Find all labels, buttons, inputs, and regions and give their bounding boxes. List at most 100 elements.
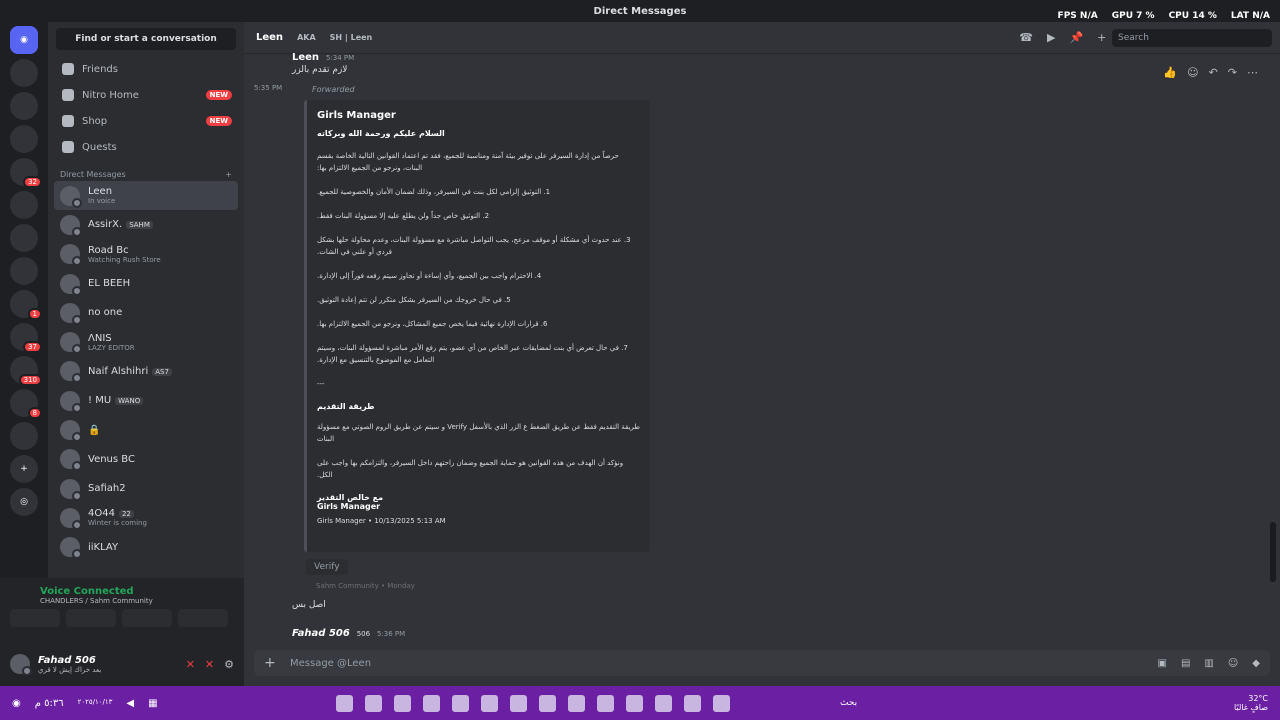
alias-label: SH | Leen: [329, 33, 373, 42]
app-icon[interactable]: [365, 694, 382, 712]
app-icon[interactable]: [423, 694, 440, 712]
message-input[interactable]: + Message @Leen ▣ ▤ ▥ ☺ ◆: [254, 650, 1270, 676]
dm-item[interactable]: no one: [48, 298, 244, 327]
server-icon[interactable]: 32: [10, 158, 42, 188]
voice-panel: Voice Connected CHANDLERS / Sahm Communi…: [0, 578, 244, 642]
pin-icon[interactable]: 📌: [1069, 31, 1083, 44]
server-icon[interactable]: [10, 191, 38, 219]
scrollbar[interactable]: [1270, 522, 1276, 582]
dm-item[interactable]: 🔒: [48, 415, 244, 444]
dm-item[interactable]: Road Bc Watching Rush Store: [48, 240, 244, 269]
app-icon[interactable]: [336, 694, 353, 712]
user-avatar[interactable]: [10, 654, 32, 676]
app-icon[interactable]: [394, 694, 411, 712]
nav-quests[interactable]: Quests: [48, 134, 244, 160]
folder-icon[interactable]: [655, 694, 672, 712]
add-server-icon[interactable]: +: [10, 455, 38, 483]
find-conversation-button[interactable]: Find or start a conversation: [56, 28, 236, 50]
app-icon[interactable]: [597, 694, 614, 712]
server-icon[interactable]: [10, 59, 42, 89]
explore-icon[interactable]: ◎: [10, 488, 38, 516]
dm-item[interactable]: ! MU WANO: [48, 386, 244, 415]
dm-item[interactable]: ΛNIS LAZY EDITOR: [48, 327, 244, 356]
mute-icon[interactable]: ✕: [186, 658, 195, 671]
server-icon[interactable]: [10, 125, 38, 153]
apps-icon[interactable]: ◆: [1252, 658, 1260, 669]
app-icon[interactable]: [713, 694, 730, 712]
call-icon[interactable]: ☎: [1019, 31, 1033, 44]
server-icon[interactable]: [10, 257, 38, 285]
add-friend-icon[interactable]: +: [1097, 31, 1106, 44]
nav-nitro-home[interactable]: Nitro Home NEW: [48, 82, 244, 108]
voice-status: Voice Connected: [40, 586, 134, 597]
quests-icon: [62, 141, 74, 153]
screen-share-button[interactable]: [66, 609, 116, 627]
edge-icon[interactable]: [684, 694, 701, 712]
app-icon[interactable]: [626, 694, 643, 712]
gif-icon[interactable]: ▤: [1181, 658, 1190, 669]
discord-app-icon[interactable]: [510, 694, 527, 712]
nav-friends[interactable]: Friends: [48, 56, 244, 82]
emoji-icon[interactable]: ☺: [1187, 66, 1198, 79]
taskbar-search[interactable]: بحث: [840, 698, 857, 708]
dm-item[interactable]: AssirX. SAHM: [48, 210, 244, 239]
network-icon[interactable]: ▦: [148, 698, 157, 709]
server-icon[interactable]: 1: [10, 290, 42, 320]
forwarded-embed: Girls Manager السلام عليكم ورحمة الله وب…: [304, 100, 650, 552]
gear-icon[interactable]: ⚙: [224, 658, 234, 671]
more-icon[interactable]: ⋯: [1247, 66, 1258, 79]
fps-stat: FPS N/A: [1057, 11, 1098, 21]
dm-item[interactable]: Safiah2: [48, 474, 244, 503]
reaction-icon[interactable]: 👍: [1163, 66, 1177, 79]
volume-icon[interactable]: ◀: [126, 698, 134, 709]
video-icon[interactable]: ▶: [1047, 31, 1055, 44]
embed-footer: Girls Manager • 10/13/2025 5:13 AM: [317, 517, 446, 525]
avatar: [60, 332, 82, 355]
verify-button[interactable]: Verify: [306, 559, 348, 575]
search-input[interactable]: Search: [1112, 28, 1272, 47]
dm-item[interactable]: Venus BC: [48, 445, 244, 474]
dm-item[interactable]: iiKLAY: [48, 533, 244, 562]
voice-channel[interactable]: CHANDLERS / Sahm Community: [40, 597, 234, 605]
gift-icon[interactable]: ▣: [1158, 658, 1167, 669]
title-bar: Direct Messages FPS N/A GPU 7 % CPU 14 %…: [0, 0, 1280, 22]
deafen-icon[interactable]: ✕: [205, 658, 214, 671]
add-dm-icon[interactable]: +: [225, 170, 232, 179]
camera-button[interactable]: [10, 609, 60, 627]
message-author: Fahad 506 506 5:36 PM: [292, 628, 406, 639]
avatar: [60, 244, 82, 267]
app-icon[interactable]: [568, 694, 585, 712]
user-name: Fahad 506: [38, 654, 96, 666]
reply-icon[interactable]: ↶: [1209, 66, 1218, 79]
avatar: [60, 449, 82, 472]
notifications-icon[interactable]: ◉: [12, 698, 21, 709]
app-icon[interactable]: [539, 694, 556, 712]
weather-widget[interactable]: 32°C صافٍ غالبًا: [1234, 694, 1268, 712]
server-icon[interactable]: [10, 92, 38, 120]
cpu-stat: CPU 14 %: [1168, 11, 1217, 21]
server-icon[interactable]: [10, 224, 38, 252]
app-icon[interactable]: [481, 694, 498, 712]
activity-button[interactable]: [122, 609, 172, 627]
forward-icon[interactable]: ↷: [1228, 66, 1237, 79]
server-icon[interactable]: 310: [10, 356, 42, 386]
dm-item[interactable]: Leen In voice: [54, 181, 238, 211]
avatar: [60, 214, 82, 237]
source-label[interactable]: Sahm Community • Monday: [316, 582, 415, 590]
new-badge: NEW: [205, 90, 232, 100]
message-actions: 👍 ☺ ↶ ↷ ⋯: [1163, 66, 1258, 79]
aka-label: AKA: [297, 33, 316, 42]
emoji-icon[interactable]: ☺: [1228, 658, 1238, 669]
nav-shop[interactable]: Shop NEW: [48, 108, 244, 134]
soundboard-button[interactable]: [178, 609, 228, 627]
sticker-icon[interactable]: ▥: [1204, 658, 1213, 669]
server-icon[interactable]: 8: [10, 389, 42, 419]
discord-home-icon[interactable]: ◉: [10, 26, 38, 54]
plus-icon[interactable]: +: [264, 655, 276, 671]
dm-item[interactable]: EL BEEH: [48, 269, 244, 298]
dm-item[interactable]: Naif Alshihri AS7: [48, 357, 244, 386]
server-icon[interactable]: 37: [10, 323, 42, 353]
server-icon[interactable]: [10, 422, 38, 450]
app-icon[interactable]: [452, 694, 469, 712]
dm-item[interactable]: 4O44 22 Winter is coming: [48, 503, 244, 532]
